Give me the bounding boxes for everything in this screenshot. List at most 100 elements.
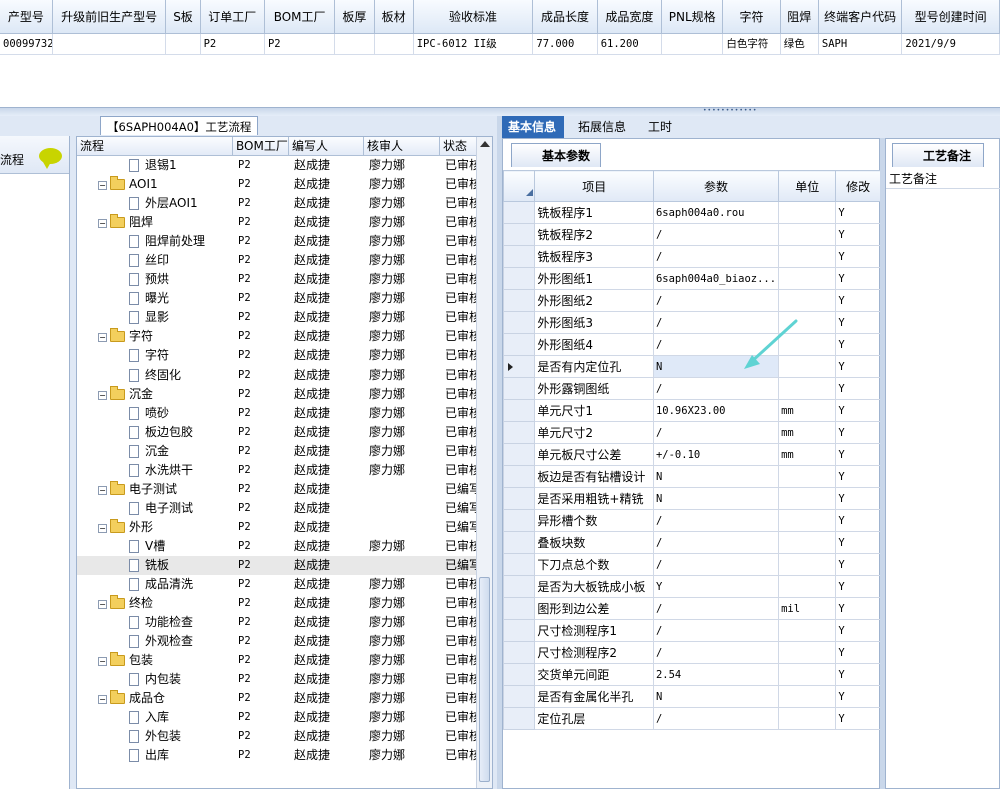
param-value[interactable]: N (652, 355, 780, 378)
param-value[interactable]: / (652, 377, 780, 400)
tree-row[interactable]: − 终检 P2 赵成捷 廖力娜 已审核 (77, 594, 477, 613)
top-cell[interactable] (334, 33, 375, 55)
param-value[interactable]: / (652, 333, 780, 356)
collapse-toggle-icon[interactable]: − (98, 219, 107, 229)
param-row[interactable]: 是否有内定位孔 N Y (502, 355, 881, 378)
top-cell[interactable]: 白色字符 (722, 33, 781, 55)
param-unit[interactable] (778, 201, 837, 224)
param-row[interactable]: 外形露铜图纸 / Y (502, 377, 881, 400)
row-indicator[interactable] (502, 421, 536, 444)
tree-node[interactable]: − 电子测试 (77, 480, 233, 499)
param-row[interactable]: 异形槽个数 / Y (502, 509, 881, 532)
param-edit[interactable]: Y (835, 421, 881, 444)
param-row[interactable]: 铣板程序1 6saph004a0.rou Y (502, 201, 881, 224)
top-cell[interactable] (52, 33, 167, 55)
tree-row[interactable]: − 阻焊 P2 赵成捷 廖力娜 已审核 (77, 213, 477, 232)
param-unit[interactable]: mm (778, 421, 837, 444)
param-unit[interactable] (778, 289, 837, 312)
tree-node[interactable]: 板边包胶 (77, 423, 233, 442)
tree-row[interactable]: 曝光 P2 赵成捷 廖力娜 已审核 (77, 289, 477, 308)
tree-row[interactable]: 铣板 P2 赵成捷 已编写 (77, 555, 477, 576)
param-edit[interactable]: Y (835, 707, 881, 730)
param-row[interactable]: 板边是否有钻槽设计 N Y (502, 465, 881, 488)
tab-basic-info[interactable]: 基本信息 (502, 116, 564, 138)
column-header-status[interactable]: 状态 (440, 137, 477, 156)
tree-node[interactable]: 沉金 (77, 442, 233, 461)
tree-row[interactable]: 显影 P2 赵成捷 廖力娜 已审核 (77, 308, 477, 327)
collapse-toggle-icon[interactable]: − (98, 657, 107, 667)
param-row[interactable]: 下刀点总个数 / Y (502, 553, 881, 576)
column-header-reviewer[interactable]: 核审人 (364, 137, 440, 156)
tree-row[interactable]: 阻焊前处理 P2 赵成捷 廖力娜 已审核 (77, 232, 477, 251)
param-unit[interactable] (778, 465, 837, 488)
param-edit[interactable]: Y (835, 575, 881, 598)
tree-row[interactable]: 电子测试 P2 赵成捷 已编写 (77, 499, 477, 518)
row-indicator[interactable] (502, 685, 536, 708)
param-value[interactable]: 6saph004a0_biaoz... (652, 267, 780, 290)
param-value[interactable]: 2.54 (652, 663, 780, 686)
top-column-header[interactable]: S板 (165, 0, 201, 34)
tree-node[interactable]: − 阻焊 (77, 213, 233, 232)
param-value[interactable]: N (652, 685, 780, 708)
top-cell[interactable]: 77.000 (532, 33, 598, 55)
param-value[interactable]: / (652, 245, 780, 268)
tree-node[interactable]: 成品清洗 (77, 575, 233, 594)
param-row[interactable]: 外形图纸4/ Y (502, 333, 881, 356)
tree-node[interactable]: − AOI1 (77, 175, 233, 194)
tree-node[interactable]: 阻焊前处理 (77, 232, 233, 251)
tree-row[interactable]: V槽 P2 赵成捷 廖力娜 已审核 (77, 537, 477, 556)
tree-node[interactable]: 终固化 (77, 366, 233, 385)
param-row[interactable]: 铣板程序2/ Y (502, 223, 881, 246)
param-unit[interactable] (778, 619, 837, 642)
collapse-toggle-icon[interactable]: − (98, 600, 107, 610)
top-column-header[interactable]: 成品宽度 (597, 0, 663, 34)
top-column-header[interactable]: 验收标准 (413, 0, 534, 34)
top-column-header[interactable]: 型号创建时间 (901, 0, 1000, 34)
param-unit[interactable] (778, 355, 837, 378)
top-cell[interactable]: 00099732 (0, 33, 53, 55)
param-edit[interactable]: Y (835, 553, 881, 576)
row-indicator[interactable] (502, 223, 536, 246)
param-value[interactable]: / (652, 289, 780, 312)
tab-process-notes[interactable]: 工艺备注 (892, 143, 985, 167)
param-value[interactable]: / (652, 553, 780, 576)
tree-node[interactable]: 入库 (77, 708, 233, 727)
scroll-up-icon[interactable] (480, 141, 490, 147)
tree-row[interactable]: 外观检查 P2 赵成捷 廖力娜 已审核 (77, 632, 477, 651)
row-indicator[interactable] (502, 399, 536, 422)
param-edit[interactable]: Y (835, 399, 881, 422)
column-header-value[interactable]: 参数 (652, 170, 780, 202)
tree-row[interactable]: 板边包胶 P2 赵成捷 廖力娜 已审核 (77, 423, 477, 442)
param-unit[interactable] (778, 487, 837, 510)
top-column-header[interactable]: 升级前旧生产型号 (52, 0, 167, 34)
tab-extended-info[interactable]: 拓展信息 (572, 116, 632, 138)
top-cell[interactable]: P2 (264, 33, 336, 55)
param-row[interactable]: 尺寸检测程序1/ Y (502, 619, 881, 642)
param-value[interactable]: 6saph004a0.rou (652, 201, 780, 224)
tree-node[interactable]: 出库 (77, 746, 233, 765)
tree-node[interactable]: 电子测试 (77, 499, 233, 518)
tree-row[interactable]: 外层AOI1 P2 赵成捷 廖力娜 已审核 (77, 194, 477, 213)
row-indicator[interactable] (502, 245, 536, 268)
param-edit[interactable]: Y (835, 597, 881, 620)
param-unit[interactable] (778, 531, 837, 554)
top-column-header[interactable]: 板材 (374, 0, 414, 34)
param-value[interactable]: / (652, 641, 780, 664)
param-row[interactable]: 单元尺寸1 10.96X23.00 mm Y (502, 399, 881, 422)
top-cell[interactable] (661, 33, 724, 55)
collapse-toggle-icon[interactable]: − (98, 333, 107, 343)
column-header-unit[interactable]: 单位 (778, 170, 837, 202)
tree-node[interactable]: 喷砂 (77, 404, 233, 423)
tree-node[interactable]: 外观检查 (77, 632, 233, 651)
row-indicator[interactable] (502, 531, 536, 554)
param-row[interactable]: 铣板程序3/ Y (502, 245, 881, 268)
row-indicator[interactable] (502, 641, 536, 664)
param-unit[interactable]: mil (778, 597, 837, 620)
row-indicator[interactable] (502, 289, 536, 312)
row-indicator[interactable] (502, 619, 536, 642)
row-indicator[interactable] (502, 487, 536, 510)
tree-node[interactable]: − 外形 (77, 518, 233, 537)
row-indicator[interactable] (502, 377, 536, 400)
top-column-header[interactable]: BOM工厂 (264, 0, 336, 34)
param-unit[interactable]: mm (778, 443, 837, 466)
